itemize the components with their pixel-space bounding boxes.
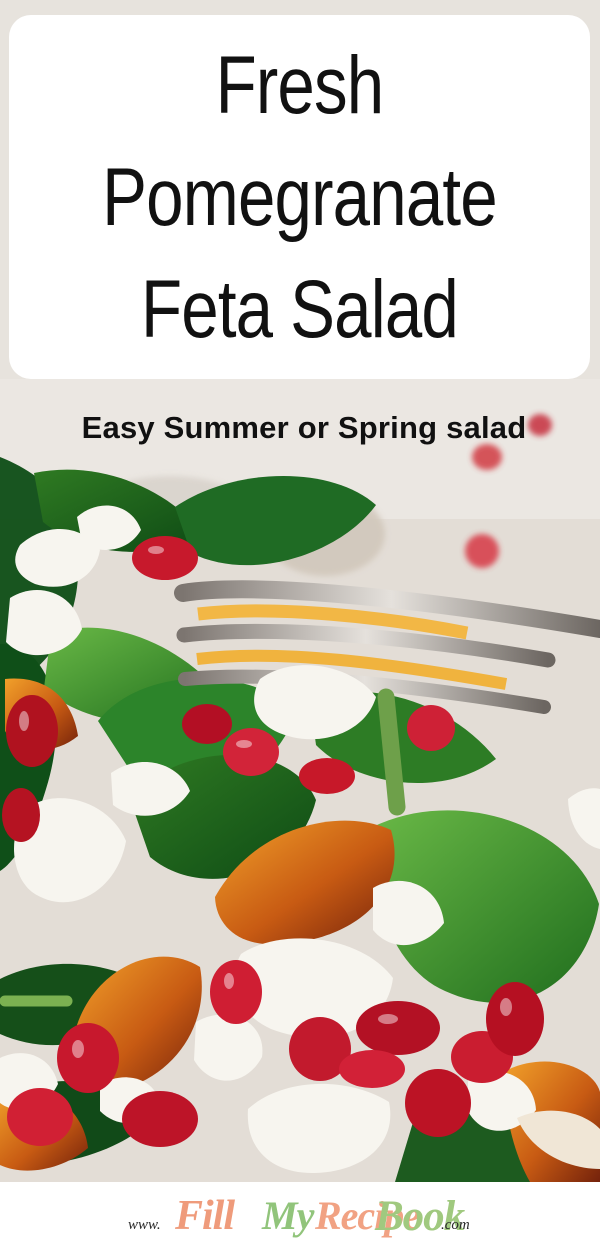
salad-photo bbox=[0, 379, 600, 1182]
title-line-1: Fresh bbox=[215, 40, 385, 131]
salad-illustration bbox=[0, 379, 600, 1182]
brand-www: www. bbox=[128, 1217, 161, 1233]
brand-domain: .com bbox=[441, 1217, 470, 1233]
brand-word-fill: Fill bbox=[175, 1193, 235, 1239]
title-line-3: Feta Salad bbox=[140, 264, 459, 355]
title-line-2: Pomegranate bbox=[102, 152, 498, 243]
title-card: Fresh Pomegranate Feta Salad bbox=[9, 15, 590, 379]
site-brand[interactable]: www. Fill My Recipe Book .com bbox=[128, 1190, 473, 1240]
brand-word-my: My bbox=[262, 1193, 314, 1238]
recipe-pin: Fresh Pomegranate Feta Salad Easy Summer… bbox=[0, 0, 600, 1250]
subtitle: Easy Summer or Spring salad bbox=[81, 410, 527, 445]
